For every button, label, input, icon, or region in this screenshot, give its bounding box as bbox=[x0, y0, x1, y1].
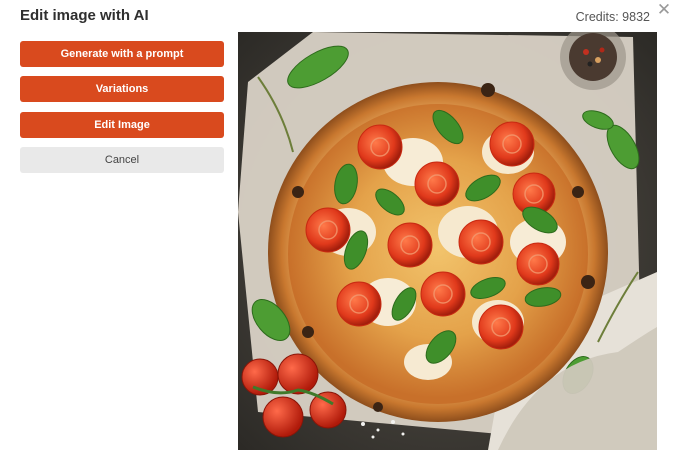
close-icon[interactable]: ✕ bbox=[656, 1, 672, 18]
cancel-button[interactable]: Cancel bbox=[20, 147, 224, 173]
ai-image-dialog: Edit image with AI Credits: 9832 ✕ Gener… bbox=[0, 0, 680, 456]
credits-counter: Credits: 9832 bbox=[575, 10, 650, 24]
dialog-title: Edit image with AI bbox=[20, 7, 149, 24]
edit-image-button[interactable]: Edit Image bbox=[20, 112, 224, 138]
pizza-photo bbox=[238, 32, 657, 450]
variations-button[interactable]: Variations bbox=[20, 76, 224, 102]
generate-with-prompt-button[interactable]: Generate with a prompt bbox=[20, 41, 224, 67]
image-preview bbox=[238, 32, 657, 450]
